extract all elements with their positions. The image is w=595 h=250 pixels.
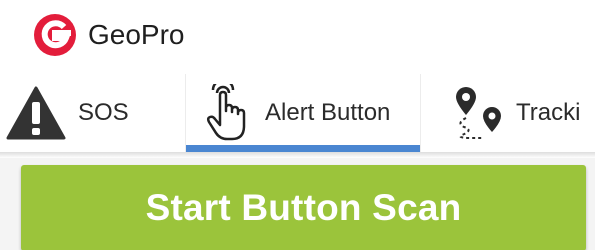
app-title: GeoPro [88, 19, 185, 50]
pointing-hand-icon [206, 84, 246, 141]
app-header: GeoPro [0, 0, 595, 70]
tab-alert-button[interactable]: Alert Button [186, 74, 420, 152]
tab-sos[interactable]: SOS [6, 74, 184, 152]
tab-sos-label: SOS [78, 99, 129, 126]
warning-triangle-icon [6, 86, 66, 140]
start-button-scan-label: Start Button Scan [145, 187, 462, 228]
tab-tracking-label: Tracki [516, 99, 581, 126]
route-pins-icon [456, 87, 501, 139]
selected-tab-indicator [186, 145, 420, 152]
tab-alert-button-label: Alert Button [265, 99, 391, 126]
app-screen: GeoPro SOS Alert Button Tracki Start But… [0, 0, 595, 250]
tab-tracking[interactable]: Tracki [452, 74, 595, 152]
start-button-scan-button[interactable]: Start Button Scan [21, 165, 586, 250]
geopro-logo-icon [34, 14, 76, 56]
tab-bar: SOS Alert Button Tracki [0, 74, 595, 152]
alert-button-panel: Start Button Scan [0, 158, 595, 250]
